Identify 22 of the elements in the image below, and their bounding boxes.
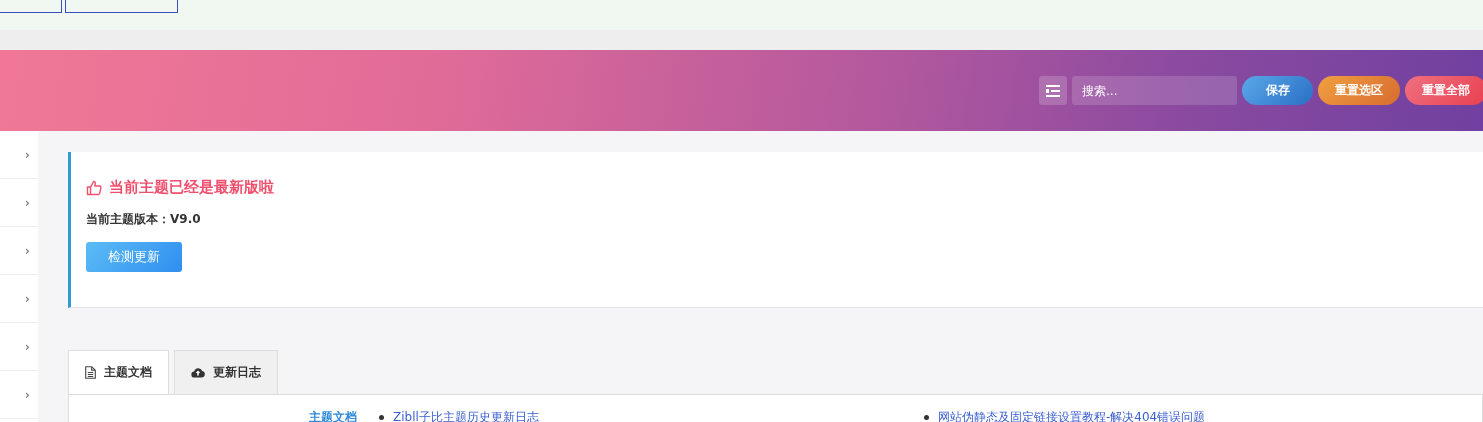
bullet-icon (379, 415, 384, 420)
doc-link[interactable]: 网站伪静态及固定链接设置教程-解决404错误问题 (938, 409, 1206, 422)
thumbs-up-icon (86, 179, 102, 196)
document-icon (85, 366, 96, 379)
docs-heading: 主题文档 (309, 409, 357, 422)
chevron-icon[interactable]: › (24, 291, 30, 306)
chevron-icon[interactable]: › (24, 147, 30, 162)
tab[interactable]: 主题文档 (68, 350, 169, 394)
bullet-icon (924, 415, 929, 420)
chevron-icon[interactable]: › (24, 195, 30, 210)
chevron-icon[interactable]: › (24, 339, 30, 354)
chevron-icon[interactable]: › (24, 243, 30, 258)
notice-title: 当前主题已经是最新版啦 (109, 178, 274, 197)
tab[interactable]: 更新日志 (174, 350, 278, 394)
cloud-upload-icon (191, 367, 205, 378)
header-button[interactable]: 保存 (1242, 76, 1313, 105)
chevron-icon[interactable]: › (24, 387, 30, 402)
header-button[interactable]: 重置全部 (1405, 76, 1483, 105)
menu-icon[interactable] (1039, 76, 1067, 105)
outline-frame (0, 0, 62, 13)
doc-link[interactable]: Zibll子比主题历史更新日志 (393, 409, 539, 422)
version-text: 当前主题版本：V9.0 (86, 211, 202, 228)
